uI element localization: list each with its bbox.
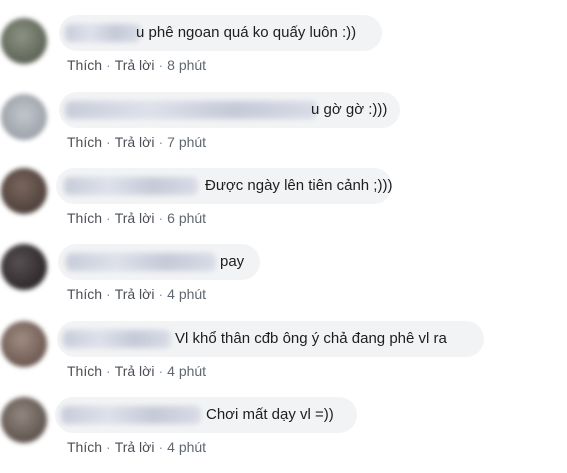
timestamp[interactable]: 4 phút <box>167 439 206 455</box>
separator: · <box>158 57 164 73</box>
comment-bubble: Vl khổ thân cđb ông ý chả đang phê vl ra <box>57 321 484 357</box>
like-link[interactable]: Thích <box>67 363 102 379</box>
comment-bubble: u gờ gờ :))) <box>59 92 400 128</box>
comment-bubble: pay <box>58 244 260 280</box>
comment-actions: Thích · Trả lời · 6 phút <box>67 209 206 227</box>
avatar[interactable] <box>1 94 47 140</box>
comment-actions: Thích · Trả lời · 7 phút <box>67 133 206 151</box>
timestamp[interactable]: 4 phút <box>167 286 206 302</box>
reply-link[interactable]: Trả lời <box>115 210 155 226</box>
avatar[interactable] <box>1 18 47 64</box>
comment-text: Vl khổ thân cđb ông ý chả đang phê vl ra <box>175 330 447 347</box>
comment-actions: Thích · Trả lời · 4 phút <box>67 285 206 303</box>
avatar[interactable] <box>1 244 47 290</box>
author-name[interactable] <box>63 330 171 348</box>
timestamp[interactable]: 4 phút <box>167 363 206 379</box>
reply-link[interactable]: Trả lời <box>115 57 155 73</box>
comment-item: Được ngày lên tiên cảnh ;))) Thích · Trả l… <box>0 168 567 244</box>
avatar[interactable] <box>1 397 47 443</box>
comment-item: pay Thích · Trả lời · 4 phút <box>0 244 567 320</box>
comment-actions: Thích · Trả lời · 4 phút <box>67 438 206 456</box>
separator: · <box>106 210 111 226</box>
separator: · <box>106 363 111 379</box>
timestamp[interactable]: 8 phút <box>167 57 206 73</box>
avatar[interactable] <box>1 168 47 214</box>
comment-item: u gờ gờ :))) Thích · Trả lời · 7 phút <box>0 92 567 168</box>
author-name[interactable] <box>66 253 216 271</box>
avatar[interactable] <box>1 321 47 367</box>
reply-link[interactable]: Trả lời <box>115 439 155 455</box>
author-name[interactable] <box>65 24 141 42</box>
timestamp[interactable]: 6 phút <box>167 210 206 226</box>
comment-bubble: u phê ngoan quá ko quấy luôn :)) <box>59 15 382 51</box>
separator: · <box>158 210 164 226</box>
separator: · <box>158 286 164 302</box>
timestamp[interactable]: 7 phút <box>167 134 206 150</box>
comment-text: Chơi mất dạy vl =)) <box>206 406 334 423</box>
comment-item: u phê ngoan quá ko quấy luôn :)) Thích · T… <box>0 15 567 91</box>
author-name[interactable] <box>64 177 198 195</box>
comment-actions: Thích · Trả lời · 4 phút <box>67 362 206 380</box>
comment-actions: Thích · Trả lời · 8 phút <box>67 56 206 74</box>
comment-text: u phê ngoan quá ko quấy luôn :)) <box>136 24 357 41</box>
separator: · <box>106 57 111 73</box>
comment-bubble: Được ngày lên tiên cảnh ;))) <box>56 168 392 204</box>
separator: · <box>106 286 111 302</box>
comment-text: Được ngày lên tiên cảnh ;))) <box>205 177 393 194</box>
like-link[interactable]: Thích <box>67 286 102 302</box>
like-link[interactable]: Thích <box>67 57 102 73</box>
reply-link[interactable]: Trả lời <box>115 363 155 379</box>
separator: · <box>158 134 164 150</box>
like-link[interactable]: Thích <box>67 210 102 226</box>
separator: · <box>158 363 164 379</box>
comment-text: pay <box>220 253 245 270</box>
separator: · <box>158 439 164 455</box>
reply-link[interactable]: Trả lời <box>115 134 155 150</box>
author-name[interactable] <box>61 406 201 424</box>
comment-item: Vl khổ thân cđb ông ý chả đang phê vl ra… <box>0 321 567 397</box>
comment-bubble: Chơi mất dạy vl =)) <box>55 397 357 433</box>
author-name[interactable] <box>65 101 317 119</box>
separator: · <box>106 439 111 455</box>
comment-item: Chơi mất dạy vl =)) Thích · Trả lời · 4 phút <box>0 397 567 473</box>
reply-link[interactable]: Trả lời <box>115 286 155 302</box>
comment-text: u gờ gờ :))) <box>311 101 388 118</box>
separator: · <box>106 134 111 150</box>
like-link[interactable]: Thích <box>67 439 102 455</box>
like-link[interactable]: Thích <box>67 134 102 150</box>
